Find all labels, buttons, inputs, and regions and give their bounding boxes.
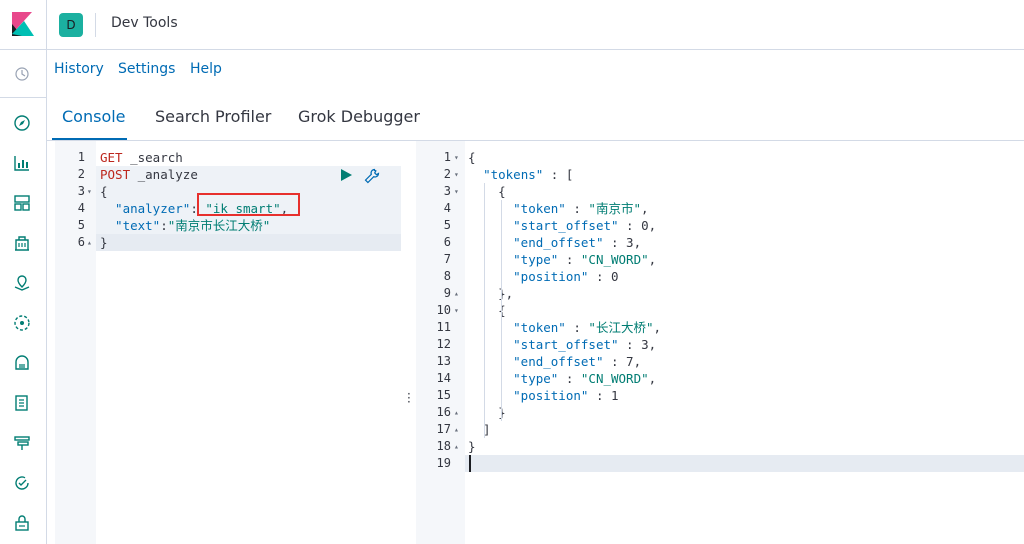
fold-toggle-icon[interactable]: ▴ [454,438,464,455]
dashboard-icon[interactable] [12,193,32,213]
fold-toggle-icon[interactable]: ▾ [454,302,464,319]
line-number: 1 [77,150,85,164]
line-number: 5 [77,218,85,232]
code-line: } [468,405,506,420]
line-number: 8 [443,269,451,283]
infrastructure-icon[interactable] [12,353,32,373]
code-line: "end_offset" : 7, [513,354,642,369]
line-number: 6 [77,235,85,249]
line-number: 3 [77,184,85,198]
canvas-icon[interactable] [12,233,32,253]
breadcrumb-dev-tools: Dev Tools [111,15,178,31]
discover-icon[interactable] [12,113,32,133]
maps-icon[interactable] [12,273,32,293]
line-number: 2 [443,167,451,181]
tab-console[interactable]: Console [62,107,126,126]
fold-toggle-icon[interactable]: ▴ [87,234,97,251]
line-number: 17 [436,422,451,436]
line-number: 18 [436,439,451,453]
response-editor[interactable]: 1 ▾{2 ▾ "tokens" : [3 ▾ {4 "token" : "南京市",… [416,141,1024,544]
code-line: "start_offset" : 3, [513,337,657,352]
pane-resizer[interactable]: · · · [401,141,416,544]
line-number: 5 [443,218,451,232]
code-line: GET _search [100,150,183,165]
text-cursor [469,455,471,472]
recent-icon[interactable] [12,64,32,84]
help-link[interactable]: Help [190,61,222,77]
indent-guide [484,183,485,438]
line-number: 14 [436,371,451,385]
line-number: 9 [443,286,451,300]
security-icon[interactable] [12,513,32,533]
code-line: POST _analyze [100,167,198,182]
line-number: 6 [443,235,451,249]
fold-toggle-icon[interactable]: ▾ [454,183,464,200]
code-line: "token" : "长江大桥", [513,320,662,335]
code-line: { [468,184,506,199]
code-line: "position" : 1 [513,388,619,403]
apm-icon[interactable] [12,433,32,453]
space-avatar[interactable]: D [59,13,83,37]
header-divider [95,13,96,37]
kibana-logo-icon[interactable] [12,12,34,36]
line-number: 2 [77,167,85,181]
header-divider [46,0,47,50]
fold-toggle-icon[interactable]: ▴ [454,285,464,302]
line-number: 12 [436,337,451,351]
code-line: { [468,303,506,318]
devtools-menu: History Settings Help [47,50,1024,90]
line-number: 3 [443,184,451,198]
annotation-highlight-box [197,193,300,216]
code-line: "tokens" : [ [483,167,574,182]
code-line: "start_offset" : 0, [513,218,657,233]
line-number: 4 [443,201,451,215]
code-line: "position" : 0 [513,269,619,284]
drag-handle-icon[interactable]: · · · [407,388,411,408]
fold-toggle-icon[interactable]: ▾ [454,149,464,166]
wrench-icon[interactable] [364,168,380,184]
fold-toggle-icon[interactable]: ▾ [87,183,97,200]
line-number: 16 [436,405,451,419]
line-number: 10 [436,303,451,317]
uptime-icon[interactable] [12,473,32,493]
active-tab-indicator [52,138,127,140]
line-number: 19 [436,456,451,470]
fold-toggle-icon[interactable]: ▴ [454,404,464,421]
fold-toggle-icon[interactable]: ▾ [454,166,464,183]
code-line: } [468,439,476,454]
code-line: } [100,235,108,250]
visualize-icon[interactable] [12,153,32,173]
line-number: 1 [443,150,451,164]
ml-icon[interactable] [12,313,32,333]
tabs-bar: Console Search Profiler Grok Debugger [47,90,1024,141]
code-line: "end_offset" : 3, [513,235,642,250]
play-icon[interactable] [339,168,353,182]
code-line: ] [468,422,491,437]
code-line: { [100,184,108,199]
line-number: 7 [443,252,451,266]
line-number: 13 [436,354,451,368]
line-number: 15 [436,388,451,402]
code-line: { [468,150,476,165]
settings-link[interactable]: Settings [118,61,175,77]
tab-grok-debugger[interactable]: Grok Debugger [298,107,420,126]
logs-icon[interactable] [12,393,32,413]
fold-toggle-icon[interactable]: ▴ [454,421,464,438]
history-link[interactable]: History [54,61,104,77]
code-line: "token" : "南京市", [513,201,649,216]
code-line: "type" : "CN_WORD", [513,252,657,267]
indent-guide [501,200,502,421]
tab-search-profiler[interactable]: Search Profiler [155,107,271,126]
code-line: "text":"南京市长江大桥" [100,218,271,233]
code-line: }, [468,286,514,301]
code-line: "type" : "CN_WORD", [513,371,657,386]
side-navigation [0,50,47,544]
top-header: D Dev Tools [0,0,1024,50]
line-number: 4 [77,201,85,215]
recently-viewed[interactable] [0,50,46,98]
line-number: 11 [436,320,451,334]
